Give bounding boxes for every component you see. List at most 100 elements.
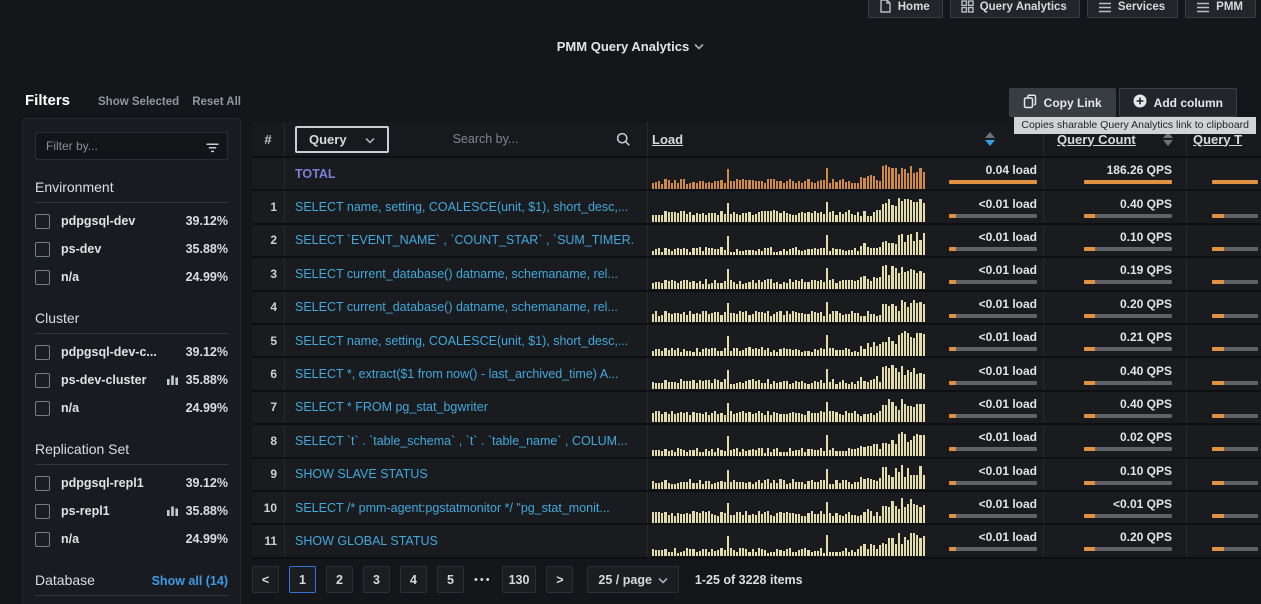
filter-input[interactable]: [35, 132, 228, 160]
show-selected-link[interactable]: Show Selected: [98, 96, 179, 108]
query-count-cell: 0.40 QPS: [1044, 358, 1187, 389]
copy-link-label: Copy Link: [1044, 96, 1102, 110]
chevron-down-icon[interactable]: [694, 37, 704, 54]
pages-ellipsis[interactable]: •••: [474, 574, 492, 586]
query-link[interactable]: SELECT *, extract($1 from now() - last_a…: [295, 367, 633, 381]
table-row: 6 SELECT *, extract($1 from now() - last…: [252, 358, 1261, 391]
filter-item-label[interactable]: ps-repl1: [61, 504, 166, 518]
filter-item-label[interactable]: ps-dev: [61, 242, 186, 256]
filter-checkbox[interactable]: [35, 270, 50, 285]
filter-checkbox[interactable]: [35, 373, 50, 388]
page-button-2[interactable]: 2: [326, 566, 353, 593]
top-nav-tab-query-analytics[interactable]: Query Analytics: [950, 0, 1080, 18]
next-page-button[interactable]: >: [546, 566, 573, 593]
load-value: <0.01 load: [979, 430, 1037, 444]
copy-link-tooltip: Copies sharable Query Analytics link to …: [1014, 117, 1256, 134]
load-value: <0.01 load: [979, 464, 1037, 478]
query-time-progress-bar: [1212, 280, 1258, 284]
filter-item: n/a 24.99%: [35, 263, 228, 291]
reset-all-link[interactable]: Reset All: [192, 96, 241, 108]
filter-checkbox[interactable]: [35, 504, 50, 519]
query-link[interactable]: SELECT /* pmm-agent:pgstatmonitor */ "pg…: [295, 501, 633, 515]
filter-checkbox[interactable]: [35, 401, 50, 416]
filter-item-label[interactable]: pdpgsql-repl1: [61, 476, 186, 490]
filter-item-label[interactable]: n/a: [61, 401, 186, 415]
filter-item-label[interactable]: n/a: [61, 270, 186, 284]
top-nav-tab-pmm[interactable]: PMM: [1185, 0, 1256, 18]
page-button-1[interactable]: 1: [289, 566, 316, 593]
query-count-value: 0.20 QPS: [1120, 530, 1172, 544]
query-link[interactable]: SELECT `t` . `table_schema` , `t` . `tab…: [295, 434, 633, 448]
query-link[interactable]: SELECT name, setting, COALESCE(unit, $1)…: [295, 200, 633, 214]
query-count-cell: 0.40 QPS: [1044, 392, 1187, 423]
table-row: 5 SELECT name, setting, COALESCE(unit, $…: [252, 325, 1261, 358]
row-number: 8: [252, 425, 285, 456]
page-size-select[interactable]: 25 / page: [587, 566, 679, 593]
query-link[interactable]: TOTAL: [295, 167, 639, 181]
filter-item: n/a 24.99%: [35, 525, 228, 553]
filter-section-title: Environment: [35, 179, 114, 195]
filter-item-label[interactable]: pdpgsql-dev: [61, 214, 186, 228]
top-nav-tab-home[interactable]: Home: [868, 0, 943, 18]
row-number: 11: [252, 525, 285, 556]
load-cell: <0.01 load: [648, 191, 1044, 222]
load-cell: <0.01 load: [648, 325, 1044, 356]
filter-checkbox[interactable]: [35, 242, 50, 257]
filter-checkbox[interactable]: [35, 476, 50, 491]
query-count-cell: <0.01 QPS: [1044, 492, 1187, 523]
filter-item-label[interactable]: pdpgsql-dev-c...: [61, 345, 186, 359]
query-count-value: 0.21 QPS: [1120, 330, 1172, 344]
bar-chart-icon[interactable]: [166, 505, 180, 517]
filter-item-percentage: 39.12%: [186, 345, 228, 359]
query-dimension-dropdown[interactable]: Query: [295, 126, 389, 153]
page-button-4[interactable]: 4: [400, 566, 427, 593]
show-all-link[interactable]: Show all (14): [152, 574, 228, 588]
row-number: 1: [252, 191, 285, 222]
query-count-sort-icon[interactable]: [1163, 132, 1173, 146]
filter-checkbox[interactable]: [35, 345, 50, 360]
load-sparkline: [652, 230, 924, 255]
copy-icon: [1023, 94, 1037, 112]
query-link[interactable]: SELECT current_database() datname, schem…: [295, 267, 633, 281]
filter-checkbox[interactable]: [35, 532, 50, 547]
last-page-button[interactable]: 130: [502, 566, 537, 593]
query-link[interactable]: SELECT * FROM pg_stat_bgwriter: [295, 400, 633, 414]
query-count-progress-bar: [1084, 214, 1172, 218]
bar-chart-icon[interactable]: [166, 374, 180, 386]
prev-page-button[interactable]: <: [252, 566, 279, 593]
filter-item-label[interactable]: n/a: [61, 532, 186, 546]
query-link[interactable]: SHOW GLOBAL STATUS: [295, 534, 633, 548]
page-button-3[interactable]: 3: [363, 566, 390, 593]
query-link[interactable]: SELECT `EVENT_NAME` , `COUNT_STAR` , `SU…: [295, 233, 633, 247]
load-cell: <0.01 load: [648, 225, 1044, 256]
query-count-value: <0.01 QPS: [1113, 497, 1172, 511]
copy-link-button[interactable]: Copy Link: [1009, 88, 1116, 117]
filter-section: Cluster pdpgsql-dev-c... 39.12% ps-dev-c…: [35, 310, 228, 422]
query-time-cell: [1187, 392, 1261, 423]
query-link[interactable]: SELECT name, setting, COALESCE(unit, $1)…: [295, 334, 633, 348]
plus-circle-icon: [1133, 94, 1147, 111]
pagination: < 12345 ••• 130 > 25 / page 1-25 of 3228…: [252, 566, 803, 593]
query-link[interactable]: SHOW SLAVE STATUS: [295, 467, 633, 481]
filter-checkbox[interactable]: [35, 214, 50, 229]
load-sort-icon[interactable]: [985, 132, 995, 146]
query-search-input[interactable]: [403, 126, 639, 153]
query-cell: SELECT /* pmm-agent:pgstatmonitor */ "pg…: [285, 492, 648, 523]
table-row: 8 SELECT `t` . `table_schema` , `t` . `t…: [252, 425, 1261, 458]
query-cell: SELECT `t` . `table_schema` , `t` . `tab…: [285, 425, 648, 456]
add-column-button[interactable]: Add column: [1119, 88, 1237, 117]
page-button-5[interactable]: 5: [437, 566, 464, 593]
top-nav-tab-services[interactable]: Services: [1087, 0, 1178, 18]
top-nav: Home Query Analytics Services PMM: [868, 0, 1256, 18]
load-sort-link[interactable]: Load: [652, 132, 683, 147]
query-time-cell: [1187, 492, 1261, 523]
load-value: <0.01 load: [979, 497, 1037, 511]
query-link[interactable]: SELECT current_database() datname, schem…: [295, 300, 633, 314]
load-value: 0.04 load: [986, 163, 1037, 177]
load-column-header: Load: [648, 122, 1044, 156]
load-value: <0.01 load: [979, 330, 1037, 344]
filters-header: Filters Show Selected Reset All: [25, 92, 241, 109]
page-title[interactable]: PMM Query Analytics: [557, 39, 689, 54]
query-count-cell: 0.19 QPS: [1044, 258, 1187, 289]
filter-item-label[interactable]: ps-dev-cluster: [61, 373, 166, 387]
